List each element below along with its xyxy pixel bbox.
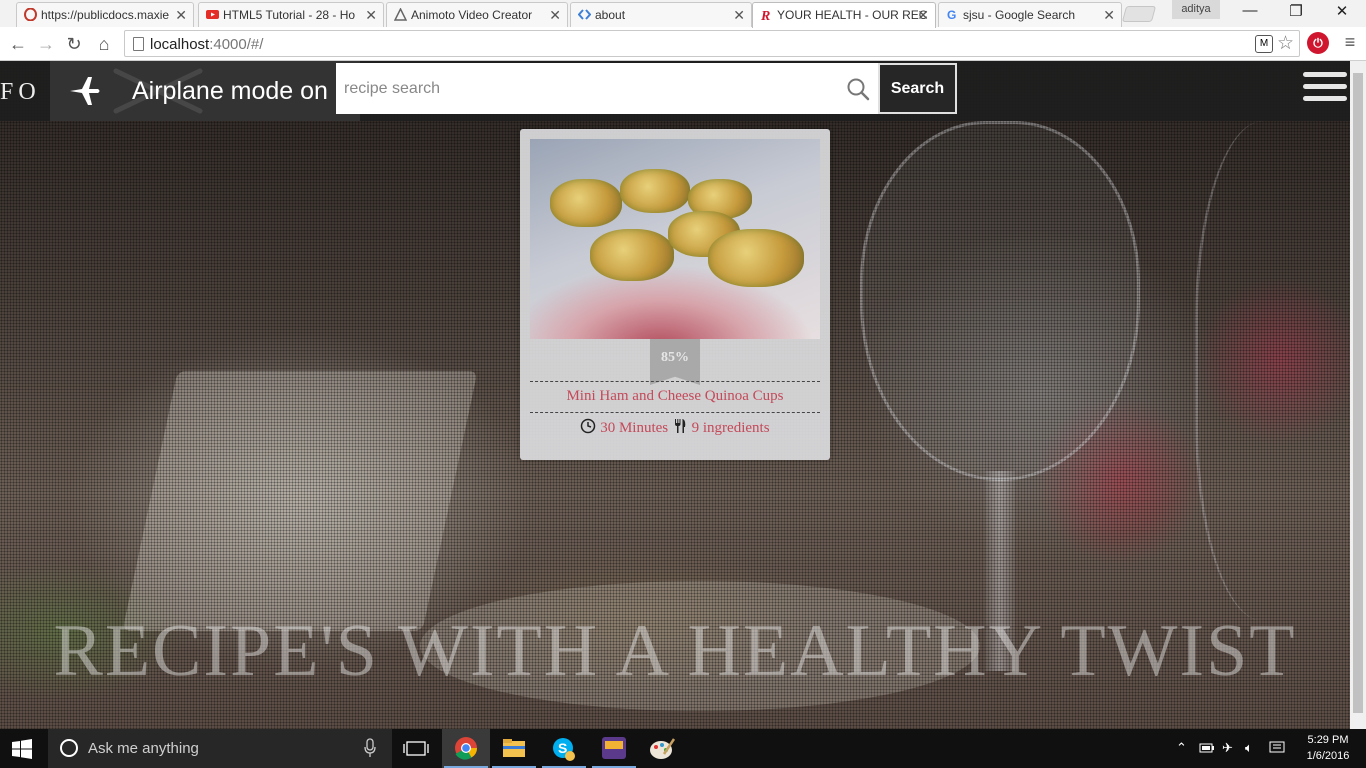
- vertical-scrollbar[interactable]: [1350, 61, 1366, 729]
- extension-icon[interactable]: M: [1255, 35, 1273, 53]
- cortana-placeholder: Ask me anything: [88, 740, 199, 757]
- animoto-icon: [394, 8, 407, 21]
- recipe-search-box: [336, 63, 878, 114]
- airplane-mode-tray-icon[interactable]: ✈: [1222, 740, 1233, 756]
- battery-icon[interactable]: [1199, 742, 1215, 754]
- url-path: :4000/#/: [209, 36, 264, 53]
- background-wine-glass: [860, 121, 1140, 481]
- close-tab-icon[interactable]: ✕: [365, 7, 377, 24]
- restore-icon[interactable]: ❐: [1274, 2, 1318, 24]
- site-logo[interactable]: FO: [0, 79, 41, 106]
- opera-icon: [24, 8, 37, 21]
- tab-title: about: [595, 8, 626, 22]
- recipe-ingredients: 9 ingredients: [691, 420, 770, 436]
- task-view-icon[interactable]: [392, 729, 440, 768]
- svg-text:G: G: [947, 8, 956, 21]
- volume-icon[interactable]: 🔈︎: [1245, 740, 1253, 756]
- recipe-title[interactable]: Mini Ham and Cheese Quinoa Cups: [520, 388, 830, 405]
- tab-publicdocs[interactable]: https://publicdocs.maxie ✕: [16, 2, 194, 27]
- tab-title: https://publicdocs.maxie: [41, 8, 170, 22]
- google-icon: G: [947, 8, 956, 21]
- close-window-icon[interactable]: ✕: [1320, 2, 1364, 24]
- close-tab-icon[interactable]: ✕: [917, 7, 929, 24]
- windows-taskbar: Ask me anything S ⌃ ✈ 🔈︎ 5:29 PM 1/6/201…: [0, 729, 1366, 768]
- menu-icon[interactable]: ≡: [1340, 32, 1360, 54]
- r-logo-icon: R: [760, 9, 770, 21]
- tab-animoto[interactable]: Animoto Video Creator ✕: [386, 2, 568, 27]
- show-hidden-icons[interactable]: ⌃: [1176, 740, 1187, 756]
- match-percent: 85%: [661, 350, 689, 365]
- tab-your-health[interactable]: R YOUR HEALTH - OUR REC ✕: [752, 2, 936, 28]
- background-napkin: [122, 371, 478, 631]
- close-tab-icon[interactable]: ✕: [549, 7, 561, 24]
- chrome-icon[interactable]: [442, 729, 490, 768]
- svg-text:R: R: [760, 9, 770, 21]
- site-header: FO Airplane mode on Search: [0, 61, 1366, 121]
- opera-extension-icon[interactable]: ⏻: [1307, 32, 1329, 54]
- browser-tab-strip: https://publicdocs.maxie ✕ HTML5 Tutoria…: [0, 0, 1366, 28]
- clock-icon: [581, 418, 596, 434]
- food-item: [620, 169, 690, 213]
- tab-google-search[interactable]: G sjsu - Google Search ✕: [938, 2, 1122, 27]
- hero-tagline: RECIPE'S WITH A HEALTHY TWIST: [53, 610, 1297, 692]
- action-center-icon[interactable]: [1269, 740, 1285, 756]
- recipe-search-input[interactable]: [336, 63, 836, 114]
- food-item: [590, 229, 674, 281]
- close-tab-icon[interactable]: ✕: [175, 7, 187, 24]
- search-button[interactable]: Search: [878, 63, 957, 114]
- hamburger-menu-icon[interactable]: [1303, 72, 1347, 106]
- profile-name[interactable]: aditya: [1172, 0, 1220, 19]
- fork-knife-icon: [674, 419, 686, 433]
- page-icon: [133, 37, 144, 51]
- file-explorer-icon[interactable]: [490, 729, 538, 768]
- divider: [530, 381, 820, 382]
- windows-start-icon[interactable]: [12, 739, 32, 759]
- home-icon[interactable]: ⌂: [92, 32, 116, 56]
- airplane-mode-toast: Airplane mode on: [50, 61, 360, 121]
- clock-date: 1/6/2016: [1306, 750, 1350, 762]
- divider: [530, 412, 820, 413]
- system-clock[interactable]: 5:29 PM 1/6/2016: [1300, 732, 1356, 764]
- tab-title: Animoto Video Creator: [411, 8, 533, 22]
- food-item: [708, 229, 804, 287]
- recipe-card[interactable]: 85% Mini Ham and Cheese Quinoa Cups 30 M…: [520, 129, 830, 460]
- tab-title: sjsu - Google Search: [963, 8, 1076, 22]
- url-text[interactable]: localhost:4000/#/: [150, 36, 263, 53]
- close-tab-icon[interactable]: ✕: [733, 7, 745, 24]
- url-host: localhost: [150, 36, 210, 53]
- clock-time: 5:29 PM: [1307, 734, 1349, 746]
- background-glass-right: [1195, 121, 1365, 621]
- page-viewport: FO Airplane mode on Search: [0, 61, 1366, 729]
- airplane-icon: [70, 77, 100, 105]
- tab-title: YOUR HEALTH - OUR REC: [777, 8, 928, 22]
- recipe-time: 30 Minutes: [600, 420, 669, 436]
- cortana-search-box[interactable]: Ask me anything: [48, 729, 392, 768]
- recipe-image[interactable]: [530, 139, 820, 339]
- cortana-icon: [60, 739, 78, 757]
- bookmark-star-icon[interactable]: ☆: [1277, 32, 1294, 55]
- microphone-icon[interactable]: [364, 738, 376, 758]
- back-icon[interactable]: ←: [6, 32, 30, 56]
- skype-icon[interactable]: S: [540, 729, 588, 768]
- close-tab-icon[interactable]: ✕: [1103, 7, 1115, 24]
- code-icon: [578, 9, 591, 20]
- forward-icon[interactable]: →: [34, 32, 58, 56]
- address-bar[interactable]: localhost:4000/#/ M ☆: [124, 30, 1300, 57]
- search-icon[interactable]: [846, 77, 870, 101]
- food-item: [550, 179, 622, 227]
- scrollbar-thumb[interactable]: [1353, 73, 1363, 713]
- tab-html5-tutorial[interactable]: HTML5 Tutorial - 28 - Ho ✕: [198, 2, 384, 27]
- youtube-icon: [206, 10, 219, 19]
- minimize-icon[interactable]: —: [1228, 2, 1272, 24]
- recipe-meta: 30 Minutes 9 ingredients: [520, 418, 830, 437]
- paint-icon[interactable]: [638, 729, 686, 768]
- browser-toolbar: ← → ↻ ⌂ localhost:4000/#/ M ☆ ⏻ ≡: [0, 27, 1366, 61]
- game-icon[interactable]: [590, 729, 638, 768]
- new-tab-button[interactable]: [1121, 6, 1157, 22]
- tab-about[interactable]: about ✕: [570, 2, 752, 27]
- reload-icon[interactable]: ↻: [62, 32, 86, 56]
- airplane-mode-text: Airplane mode on: [132, 77, 328, 105]
- tab-title: HTML5 Tutorial - 28 - Ho: [223, 8, 356, 22]
